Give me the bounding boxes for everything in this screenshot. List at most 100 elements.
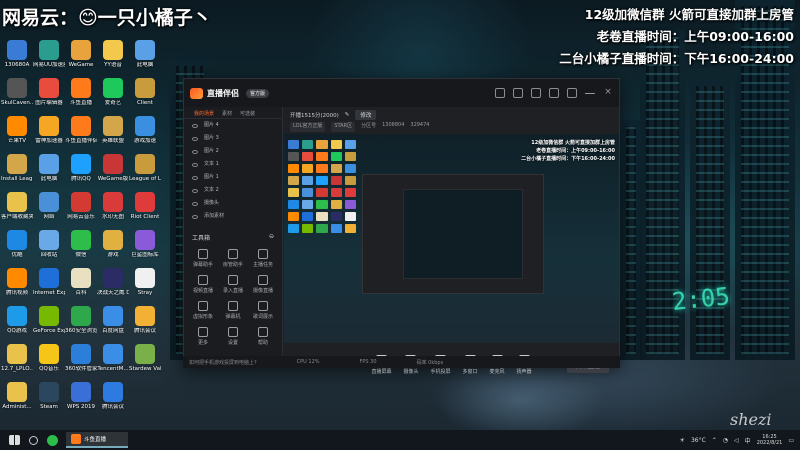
close-icon[interactable]: × (603, 88, 613, 98)
desktop-icon[interactable]: League of Legends... (129, 154, 161, 183)
gift-icon[interactable] (495, 88, 505, 98)
desktop-icon[interactable]: Install League... (1, 154, 33, 183)
desktop-icon[interactable]: 斗鱼直播 (65, 78, 97, 107)
desktop-icon[interactable]: 芒果TV (1, 116, 33, 145)
desktop-icon[interactable]: 水印无图 (97, 192, 129, 221)
desktop-icon[interactable]: 微信 (65, 230, 97, 259)
desktop-icon[interactable]: 百度网盘 (97, 306, 129, 335)
tab-optional[interactable]: 可选装 (240, 110, 255, 117)
tool-button[interactable]: 视频直播 (188, 272, 218, 294)
desktop-icon[interactable]: 此电脑 (33, 154, 65, 183)
room-edit-button[interactable]: 修改 (355, 109, 377, 120)
desktop-icon[interactable]: 英雄联盟 (97, 116, 129, 145)
desktop-icon[interactable]: 百科 (65, 268, 97, 297)
scene-item[interactable]: 文本 1 (184, 158, 282, 171)
scene-item[interactable]: 文本 2 (184, 184, 282, 197)
desktop-icon[interactable]: 爱奇艺 (97, 78, 129, 107)
desktop-icon[interactable]: Stray (129, 268, 161, 297)
tray-up-icon[interactable]: ⌃ (712, 437, 717, 444)
desktop-icon[interactable]: 腾讯视频 (1, 268, 33, 297)
lock-icon[interactable] (513, 88, 523, 98)
desktop-icon[interactable]: 巨鲨图标库 (129, 230, 161, 259)
eye-icon[interactable] (192, 188, 198, 193)
desktop-icon[interactable]: WPS 2019 (65, 382, 97, 411)
scene-item[interactable]: 图片 3 (184, 132, 282, 145)
tool-button[interactable]: 设置 (218, 324, 248, 346)
wechat-icon[interactable] (47, 434, 58, 446)
tool-button[interactable]: 摄像直播 (248, 272, 278, 294)
tool-button[interactable]: 房管助手 (218, 246, 248, 268)
tool-button[interactable]: 录入直播 (218, 272, 248, 294)
eye-icon[interactable] (192, 201, 198, 206)
desktop-icon[interactable]: 优酷 (1, 230, 33, 259)
desktop-icon[interactable]: 此电脑 (129, 40, 161, 69)
taskbar-app-douyu[interactable]: 斗鱼直播 (66, 432, 128, 448)
desktop-icon[interactable]: 130680A (1, 40, 33, 69)
tool-button[interactable]: 弹幕助手 (188, 246, 218, 268)
eye-icon[interactable] (192, 162, 198, 167)
desktop-icon[interactable]: Internet Explorer (33, 268, 65, 297)
scene-item[interactable]: 添加素材 (184, 210, 282, 223)
desktop-icon[interactable]: 网易UU加速器 (33, 40, 65, 69)
minimize-icon[interactable] (585, 93, 595, 94)
desktop-icon[interactable]: 网络 (33, 192, 65, 221)
app-version-badge[interactable]: 官方版 (246, 88, 270, 98)
tool-button[interactable]: 弹幕机 (218, 298, 248, 320)
tool-button[interactable]: 虚拟形象 (188, 298, 218, 320)
notification-icon[interactable]: ▭ (788, 437, 794, 444)
desktop-icon[interactable]: 腾讯会议 (97, 382, 129, 411)
desktop-icon[interactable]: QQ游戏 (1, 306, 33, 335)
tab-my-scenes[interactable]: 我的场景 (194, 110, 214, 117)
desktop-icon[interactable]: TencentM... (97, 344, 129, 373)
desktop-icon[interactable]: 斗鱼直播伴侣 (65, 116, 97, 145)
volume-icon[interactable]: ◁ (734, 437, 739, 444)
desktop-icon[interactable]: WeGame (65, 40, 97, 69)
desktop-icon[interactable]: 决战天之威 Dance of F... (97, 268, 129, 297)
desktop-icon[interactable]: YY语音 (97, 40, 129, 69)
tool-button[interactable]: 主播任务 (248, 246, 278, 268)
eye-icon[interactable] (192, 149, 198, 154)
desktop-icon[interactable]: 12.7_LPLO... (1, 344, 33, 373)
edit-icon[interactable]: ✎ (345, 112, 350, 118)
message-icon[interactable] (531, 88, 541, 98)
scene-item[interactable]: 图片 4 (184, 119, 282, 132)
weather-icon[interactable]: ☀ (680, 437, 685, 444)
desktop-icon[interactable]: 360安全浏览器 (65, 306, 97, 335)
eye-icon[interactable] (192, 123, 198, 128)
desktop-icon[interactable]: Steam (33, 382, 65, 411)
desktop-icon[interactable]: 网易云音乐 (65, 192, 97, 221)
tool-button[interactable]: 帮助 (248, 324, 278, 346)
desktop-icon[interactable]: WeGame版 (97, 154, 129, 183)
tool-button[interactable]: 歌词展示 (248, 298, 278, 320)
input-language[interactable]: 中 (745, 436, 751, 445)
temperature[interactable]: 36°C (691, 437, 706, 444)
desktop-icon[interactable]: 回收站 (33, 230, 65, 259)
desktop-icon[interactable]: 腾讯会议 (129, 306, 161, 335)
desktop-icon[interactable]: Stardew Valley (129, 344, 161, 373)
desktop-icon[interactable]: 360软件管家 (65, 344, 97, 373)
tip-link[interactable]: 如何把手机游戏投屏到电脑上? (189, 359, 257, 366)
desktop-icon[interactable]: Client (129, 78, 161, 107)
clock[interactable]: 16:25 2022/8/21 (757, 434, 783, 446)
desktop-icon[interactable]: Riot Client (129, 192, 161, 221)
stream-preview[interactable]: 12级加微信群 火箭可直接加群上房管 老卷直播时间：上午09:00-16:00 … (284, 134, 619, 343)
desktop-icon[interactable]: 腾讯QQ (65, 154, 97, 183)
settings-icon[interactable] (567, 88, 577, 98)
scene-item[interactable]: 摄像头 (184, 197, 282, 210)
collapse-icon[interactable]: ⊖ (269, 233, 274, 242)
desktop-icon[interactable]: 游戏加速 (129, 116, 161, 145)
desktop-icon[interactable]: 客户端收藏夹(1) (1, 192, 33, 221)
eye-icon[interactable] (192, 175, 198, 180)
desktop-icon[interactable]: Administ... (1, 382, 33, 411)
desktop-icon[interactable]: 雷神加速器 (33, 116, 65, 145)
scene-item[interactable]: 图片 2 (184, 145, 282, 158)
desktop-icon[interactable]: GeForce Experience (33, 306, 65, 335)
search-icon[interactable] (29, 435, 38, 445)
desktop-icon[interactable]: SkulCaven... (1, 78, 33, 107)
bell-icon[interactable] (549, 88, 559, 98)
tab-materials[interactable]: 素材 (222, 110, 232, 117)
scene-item[interactable]: 图片 1 (184, 171, 282, 184)
eye-icon[interactable] (192, 214, 198, 219)
eye-icon[interactable] (192, 136, 198, 141)
desktop-icon[interactable]: QQ音乐 (33, 344, 65, 373)
